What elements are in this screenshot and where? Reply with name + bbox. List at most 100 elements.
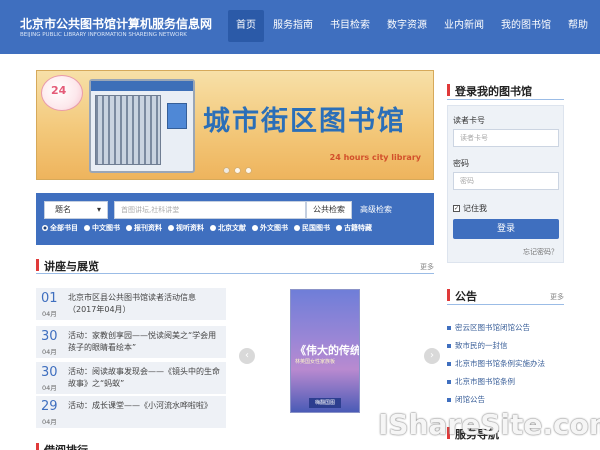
search-panel: 题名 ▾ 首图讲坛,社科讲堂 公共检索 高级检索 全部书目 中文图书 报刊资料 …: [36, 193, 434, 245]
filter-chinese-books[interactable]: 中文图书: [84, 223, 120, 233]
chevron-down-icon: ▾: [96, 205, 101, 214]
filter-ancient-books[interactable]: 古籍特藏: [336, 223, 372, 233]
event-poster[interactable]: 《伟大的传统》中的半边天 林英国女性家族板 嗨翻国图: [290, 289, 360, 413]
24h-badge-icon: 24: [41, 75, 83, 111]
library-kiosk-image: [89, 79, 195, 173]
filter-label: 古籍特藏: [344, 224, 372, 232]
filter-periodicals[interactable]: 报刊资料: [126, 223, 162, 233]
filter-label: 全部书目: [50, 224, 78, 232]
site-header: 北京市公共图书馆计算机服务信息网 BEIJING PUBLIC LIBRARY …: [0, 0, 600, 54]
lecture-day: 01: [41, 291, 58, 306]
watermark: IShareSite.com: [378, 408, 600, 441]
poster-subtitle: 林英国女性家族板: [295, 359, 336, 365]
lecture-month: 04月: [42, 384, 57, 392]
notice-item[interactable]: 北京市图书馆条例实施办法: [447, 358, 545, 369]
chevron-left-icon[interactable]: ‹: [239, 348, 255, 364]
radio-icon: [126, 225, 132, 231]
notice-item[interactable]: 致市民的一封信: [447, 340, 508, 351]
filter-beijing-docs[interactable]: 北京文献: [210, 223, 246, 233]
login-title: 登录我的图书馆: [455, 85, 532, 98]
banner-title: 城市街区图书馆: [203, 106, 406, 137]
nav-home[interactable]: 首页: [228, 10, 264, 42]
lecture-item[interactable]: 30 04月 活动：家教创享园——悦读阅美之“学会用孩子的眼睛看绘本”: [36, 326, 226, 358]
filter-label: 外文图书: [260, 224, 288, 232]
lecture-text: 北京市区县公共图书馆读者活动信息（2017年04月）: [68, 293, 196, 314]
section-marker: [36, 443, 39, 450]
nav-industry-news[interactable]: 业内新闻: [436, 10, 492, 42]
section-marker: [447, 289, 450, 301]
search-field-select[interactable]: 题名 ▾: [44, 201, 108, 219]
section-divider: [447, 99, 564, 100]
chevron-right-icon[interactable]: ›: [424, 348, 440, 364]
banner-subtitle: 24 hours city library: [329, 153, 421, 162]
notices-title: 公告: [455, 290, 477, 303]
password-label: 密码: [453, 159, 469, 168]
password-input[interactable]: 密码: [453, 172, 559, 190]
nav-my-library[interactable]: 我的图书馆: [493, 10, 559, 42]
filter-foreign-books[interactable]: 外文图书: [252, 223, 288, 233]
section-divider: [447, 304, 564, 305]
notice-item[interactable]: 北京市图书馆条例: [447, 376, 515, 387]
nav-help[interactable]: 帮助: [560, 10, 596, 42]
badge-number: 24: [51, 84, 67, 97]
main-nav: 首页 服务指南 书目检索 数字资源 业内新闻 我的图书馆 帮助: [228, 10, 597, 42]
filter-republic-books[interactable]: 民国图书: [294, 223, 330, 233]
nav-service-guide[interactable]: 服务指南: [265, 10, 321, 42]
lecture-text: 活动：阅读故事发现会——《镜头中的生命故事》之“蚂蚁”: [68, 367, 220, 388]
lecture-item[interactable]: 29 04月 活动：成长课堂——《小河流水哗啦啦》: [36, 396, 226, 428]
section-marker: [447, 84, 450, 96]
card-number-label: 读者卡号: [453, 116, 485, 125]
notice-item[interactable]: 密云区图书馆闭馆公告: [447, 322, 530, 333]
lectures-more-link[interactable]: 更多: [420, 262, 434, 272]
lecture-item[interactable]: 30 04月 活动：阅读故事发现会——《镜头中的生命故事》之“蚂蚁”: [36, 362, 226, 394]
carousel-dots: [223, 167, 256, 174]
kiosk-top: [91, 81, 193, 91]
section-divider: [36, 273, 434, 274]
filter-label: 报刊资料: [134, 224, 162, 232]
site-logo-title[interactable]: 北京市公共图书馆计算机服务信息网: [20, 15, 212, 32]
poster-title: 《伟大的传统》中的半边天: [295, 344, 360, 357]
carousel-dot[interactable]: [234, 167, 241, 174]
poster-footer: 嗨翻国图: [309, 398, 341, 408]
ranking-title: 借阅排行: [44, 442, 88, 450]
card-number-input[interactable]: 读者卡号: [453, 129, 559, 147]
notices-more-link[interactable]: 更多: [550, 292, 564, 302]
kiosk-screen: [167, 103, 187, 129]
notices-header: 公告 更多: [447, 286, 564, 304]
search-button[interactable]: 公共检索: [306, 201, 352, 219]
notice-item[interactable]: 闭馆公告: [447, 394, 485, 405]
lecture-day: 30: [41, 365, 58, 380]
lecture-day: 29: [41, 399, 58, 414]
ranking-header: 借阅排行: [36, 440, 226, 450]
search-input[interactable]: 首图讲坛,社科讲堂: [114, 201, 306, 219]
forgot-password-link[interactable]: 忘记密码？: [523, 247, 558, 257]
carousel-dot[interactable]: [223, 167, 230, 174]
lectures-title: 讲座与展览: [44, 260, 99, 273]
lecture-month: 04月: [42, 418, 57, 426]
carousel-dot[interactable]: [245, 167, 252, 174]
hero-banner[interactable]: 24 城市街区图书馆 24 hours city library: [36, 70, 434, 180]
lecture-month: 04月: [42, 348, 57, 356]
lectures-header: 讲座与展览 更多: [36, 256, 434, 274]
remember-me-checkbox[interactable]: ✓ 记住我: [453, 203, 487, 214]
lecture-text: 活动：成长课堂——《小河流水哗啦啦》: [68, 401, 212, 410]
lecture-day: 30: [41, 329, 58, 344]
filter-all[interactable]: 全部书目: [42, 223, 78, 233]
lecture-item[interactable]: 01 04月 北京市区县公共图书馆读者活动信息（2017年04月）: [36, 288, 226, 320]
filter-label: 民国图书: [302, 224, 330, 232]
login-header: 登录我的图书馆: [447, 81, 564, 99]
advanced-search-link[interactable]: 高级检索: [360, 204, 392, 215]
radio-icon: [294, 225, 300, 231]
search-filters: 全部书目 中文图书 报刊资料 视听资料 北京文献 外文图书 民国图书 古籍特藏: [42, 223, 378, 233]
remember-me-label: 记住我: [463, 204, 487, 213]
filter-audiovisual[interactable]: 视听资料: [168, 223, 204, 233]
radio-icon: [168, 225, 174, 231]
kiosk-shelf: [95, 95, 161, 165]
lecture-month: 04月: [42, 310, 57, 318]
filter-label: 中文图书: [92, 224, 120, 232]
login-button[interactable]: 登录: [453, 219, 559, 239]
nav-catalog-search[interactable]: 书目检索: [322, 10, 378, 42]
section-marker: [36, 259, 39, 271]
nav-digital-resources[interactable]: 数字资源: [379, 10, 435, 42]
search-field-value: 题名: [55, 205, 71, 214]
